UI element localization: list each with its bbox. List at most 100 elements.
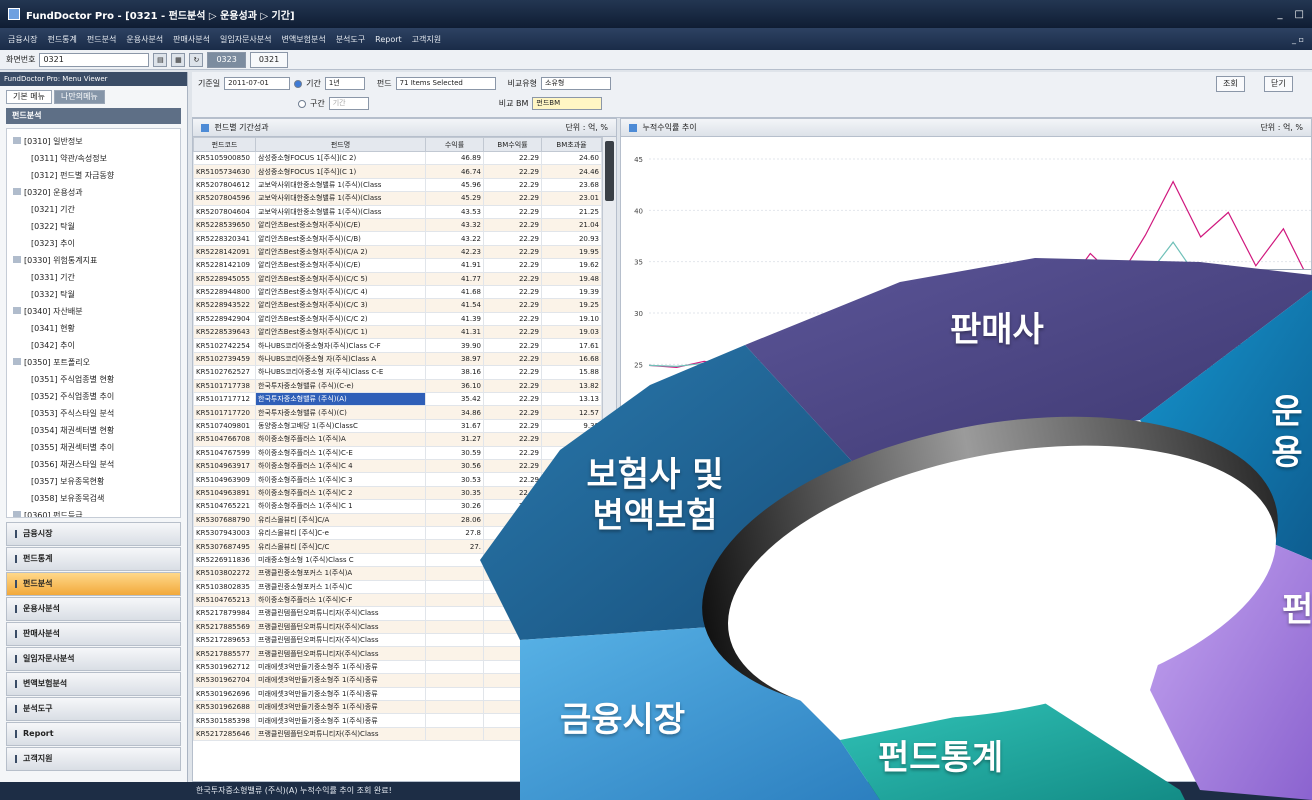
tree-node[interactable]: [0357] 보유종목현황 (7, 473, 180, 490)
table-row[interactable]: KR5102762527 하나UBS코리아중소형 자(주식)Class C-E 38… (193, 365, 602, 380)
col-fund-code[interactable]: 펀드코드 (193, 137, 256, 152)
base-date-input[interactable]: 2011-07-01 (224, 77, 291, 90)
table-row[interactable]: KR5228943522 알리안츠Best중소형자(주식)(C/C 3) 41.54… (193, 298, 602, 313)
period-select[interactable]: 1년 (324, 77, 365, 90)
minimize-button[interactable]: _ (1278, 9, 1283, 20)
menu-item-1[interactable]: 펀드통계 (47, 34, 76, 45)
menu-item-2[interactable]: 펀드분석 (87, 34, 116, 45)
table-row[interactable]: KR5103802835 프랭클린중소형포커스 1(주식)C (193, 579, 602, 594)
table-row[interactable]: KR5104765221 하이중소형주플러스 1(주식)C 1 30.26 22.29… (193, 499, 602, 514)
table-row[interactable]: KR5102739459 하나UBS코리아중소형 자(주식)Class A 38.9… (193, 351, 602, 367)
range-select[interactable]: 기간 (328, 97, 369, 110)
menu-item-3[interactable]: 운용사분석 (126, 34, 163, 45)
save-icon[interactable]: ▦ (171, 52, 186, 67)
table-row[interactable]: KR5103802272 프랭클린중소형포커스 1(주식)A (193, 566, 602, 581)
menu-window-controls[interactable]: _ ▫ (1292, 35, 1304, 44)
menu-item-9[interactable]: 고객지원 (412, 34, 441, 45)
tab-0321[interactable]: 0321 (249, 51, 289, 68)
nav-button[interactable]: Report (6, 722, 181, 746)
tree-node[interactable]: [0320] 운용성과 (7, 184, 180, 201)
table-row[interactable]: KR5104767599 하이중소형주플러스 1(주식)C-E 30.59 22.29… (193, 445, 602, 460)
compare-type-select[interactable]: 소유형 (541, 77, 612, 90)
tree-node[interactable]: [0332] 탁월 (7, 286, 180, 303)
table-row[interactable]: KR5301585398 미래에셋3억만들기중소형주 1(주식)종류 (193, 713, 602, 728)
table-row[interactable]: KR5228142109 알리안츠Best중소형자(주식)(C/E) 41.91 22… (193, 258, 602, 273)
menu-item-5[interactable]: 일임자문사분석 (220, 34, 272, 45)
table-row[interactable]: KR5217885569 프랭클린템플턴오퍼튜니티자(주식)Class (193, 619, 602, 635)
table-row[interactable]: KR5217885577 프랭클린템플턴오퍼튜니티자(주식)Class (193, 646, 602, 661)
tree-node[interactable]: [0350] 포트폴리오 (7, 354, 180, 371)
tab-basic-menu[interactable]: 기본 메뉴 (6, 90, 52, 104)
tree-node[interactable]: [0358] 보유종목검색 (7, 490, 180, 507)
period-radio[interactable] (294, 79, 303, 88)
table-row[interactable]: KR5307943003 유리스몰뷰티 [주식]C-e 27.8 22.29 5.5 (193, 525, 602, 541)
table-row[interactable]: KR5207804612 교보악사위대한중소형밸류 1(주식)(Class 45.9… (193, 177, 602, 193)
tree-node[interactable]: [0352] 주식업종별 추이 (7, 388, 180, 405)
table-row[interactable]: KR5307688790 유리스몰뷰티 [주식]C/A 28.06 22.29 5.77 (193, 512, 602, 527)
tree-node[interactable]: [0355] 채권섹터별 추이 (7, 439, 180, 456)
scrollbar-thumb[interactable] (605, 141, 614, 201)
tree-node[interactable]: [0353] 주식스타일 분석 (7, 405, 180, 422)
table-row[interactable]: KR5107409801 동양중소형고배당 1(주식)ClassC 31.67 22.… (193, 418, 602, 434)
table-row[interactable]: KR5101717712 한국투자중소형밸류 (주식)(A) 35.42 22.29 1… (193, 392, 602, 407)
compare-bm-select[interactable]: 펀드BM (532, 97, 603, 110)
table-row[interactable]: KR5217285646 프랭클린템플턴오퍼튜니티자(주식)Class (193, 726, 602, 742)
table-row[interactable]: KR5104963891 하이중소형주플러스 1(주식)C 2 30.35 22.29… (193, 485, 602, 501)
table-row[interactable]: KR5228142091 알리안츠Best중소형자(주식)(C/A 2) 42.23… (193, 244, 602, 260)
tree-node[interactable]: [0322] 탁월 (7, 218, 180, 235)
table-row[interactable]: KR5226911836 미래중소형소형 1(주식)Class C (193, 552, 602, 568)
tree-node[interactable]: [0331] 기간 (7, 269, 180, 286)
tree-node[interactable]: [0356] 채권스타일 분석 (7, 456, 180, 473)
search-button[interactable]: 조회 (1216, 76, 1245, 92)
table-row[interactable]: KR5228945055 알리안츠Best중소형자(주식)(C/C 5) 41.77… (193, 271, 602, 286)
tab-my-menu[interactable]: 나만의메뉴 (53, 90, 105, 104)
table-row[interactable]: KR5207804604 교보악사위대한중소형밸류 1(주식)(Class 43.5… (193, 204, 602, 219)
table-row[interactable]: KR5301962712 미래에셋3억만들기중소형주 1(주식)종류 (193, 659, 602, 675)
table-row[interactable]: KR5104963917 하이중소형주플러스 1(주식)C 4 30.56 22.29… (193, 458, 602, 474)
tree-node[interactable]: [0330] 위험통계지표 (7, 252, 180, 269)
table-row[interactable]: KR5207804596 교보악사위대한중소형밸류 1(주식)(Class 45.2… (193, 191, 602, 206)
refresh-icon[interactable]: ↻ (189, 52, 204, 67)
nav-button[interactable]: 펀드통계 (6, 547, 181, 571)
nav-button[interactable]: 판매사분석 (6, 622, 181, 646)
nav-button[interactable]: 분석도구 (6, 697, 181, 721)
table-row[interactable]: KR5104766708 하이중소형주플러스 1(주식)A 31.27 22.29 8.… (193, 432, 602, 447)
table-row[interactable]: KR5228944800 알리안츠Best중소형자(주식)(C/C 4) 41.68… (193, 284, 602, 300)
table-row[interactable]: KR5105900850 삼성중소형FOCUS 1[주식](C 2) 46.89 22… (193, 150, 602, 166)
table-row[interactable]: KR5217879984 프랭클린템플턴오퍼튜니티자(주식)Class (193, 606, 602, 621)
table-row[interactable]: KR5307687495 유리스몰뷰티 [주식]C/C 27. 22.29 5. (193, 539, 602, 554)
table-row[interactable]: KR5102742254 하나UBS코리아중소형자(주식)Class C-F 39.… (193, 338, 602, 353)
nav-button[interactable]: 변액보험분석 (6, 672, 181, 696)
tree-node[interactable]: [0311] 약관/속성정보 (7, 150, 180, 167)
table-row[interactable]: KR5104765213 하이중소형주플러스 1(주식)C-F (193, 592, 602, 608)
tree-node[interactable]: [0354] 채권섹터별 현황 (7, 422, 180, 439)
nav-button[interactable]: 고객지원 (6, 747, 181, 771)
menu-item-0[interactable]: 금융시장 (8, 34, 37, 45)
table-row[interactable]: KR5101717738 한국투자중소형밸류 (주식)(C-e) 36.10 22.2… (193, 378, 602, 394)
nav-button[interactable]: 운용사분석 (6, 597, 181, 621)
print-icon[interactable]: ▤ (153, 52, 168, 67)
col-fund-name[interactable]: 펀드명 (255, 137, 426, 152)
table-scrollbar[interactable] (602, 137, 616, 781)
col-bm-return[interactable]: BM수익률 (483, 137, 542, 152)
tree-node[interactable]: [0342] 추이 (7, 337, 180, 354)
table-row[interactable]: KR5217289653 프랭클린템플턴오퍼튜니티자(주식)Class (193, 633, 602, 648)
menu-item-6[interactable]: 변액보험분석 (282, 34, 326, 45)
menu-item-4[interactable]: 판매사분석 (173, 34, 210, 45)
table-row[interactable]: KR5301962696 미래에셋3억만들기중소형주 1(주식)종류 (193, 686, 602, 702)
tree-node[interactable]: [0340] 자산배분 (7, 303, 180, 320)
menu-item-7[interactable]: 분석도구 (336, 34, 365, 45)
tree-node[interactable]: [0360] 펀드등급 (7, 507, 180, 517)
tree-node[interactable]: [0312] 펀드별 자금동향 (7, 167, 180, 184)
table-row[interactable]: KR5301962704 미래에셋3억만들기중소형주 1(주식)종류 (193, 673, 602, 688)
table-row[interactable]: KR5105734630 삼성중소형FOCUS 1[주식](C 1) 46.74 22… (193, 164, 602, 179)
menu-item-8[interactable]: Report (375, 35, 402, 44)
tree-node[interactable]: [0323] 추이 (7, 235, 180, 252)
table-row[interactable]: KR5228539650 알리안츠Best중소형자(주식)(C/E) 43.32 22… (193, 217, 602, 233)
close-button[interactable]: 닫기 (1264, 76, 1293, 92)
fund-select[interactable]: 71 Items Selected (395, 77, 496, 90)
col-bm-excess[interactable]: BM초과율 (541, 137, 602, 152)
range-radio[interactable] (298, 99, 306, 108)
screen-number-select[interactable]: 0321 (39, 52, 150, 67)
tree-node[interactable]: [0351] 주식업종별 현황 (7, 371, 180, 388)
